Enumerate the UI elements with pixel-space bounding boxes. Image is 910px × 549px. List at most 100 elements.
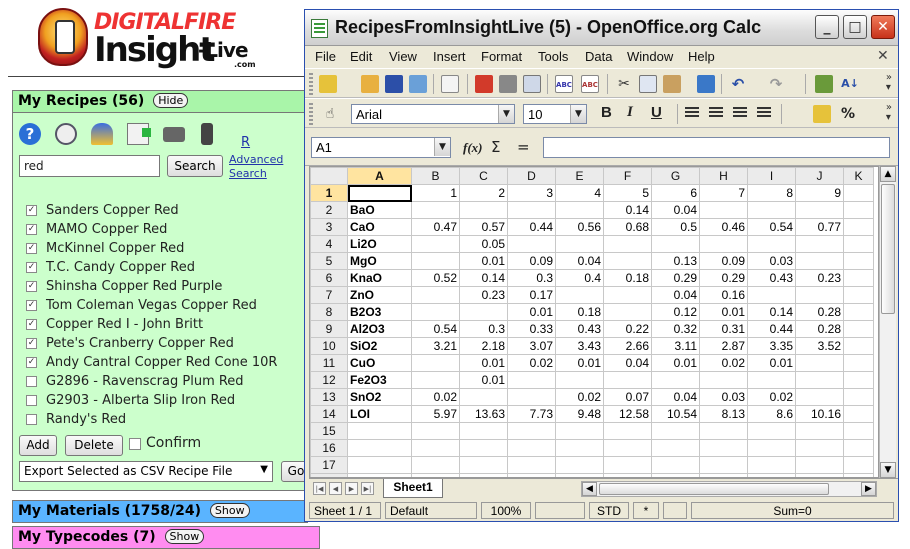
toolbar-grip[interactable] <box>309 103 313 125</box>
cell-c5[interactable]: 0.01 <box>459 252 508 270</box>
mobile-phone-icon[interactable] <box>201 123 213 145</box>
cell-h10[interactable]: 2.87 <box>699 337 748 355</box>
cell-g10[interactable]: 3.11 <box>651 337 700 355</box>
recipe-checkbox[interactable]: ✓ <box>26 357 37 368</box>
hide-recipes-button[interactable]: Hide <box>153 93 189 108</box>
recipe-checkbox[interactable]: ✓ <box>26 319 37 330</box>
cell-j8[interactable]: 0.28 <box>795 303 844 321</box>
cell-g11[interactable]: 0.01 <box>651 354 700 372</box>
recipe-checkbox[interactable] <box>26 395 37 406</box>
cell-i1[interactable]: 8 <box>747 184 796 202</box>
undo-icon[interactable]: ↶ <box>729 75 747 93</box>
cell-c9[interactable]: 0.3 <box>459 320 508 338</box>
cell-table[interactable]: A B C D E F G H I J K 1 1 2 3 4 5 6 7 8 9 2 BaO 0.14 0.04 3 CaO 0.4… <box>310 167 874 477</box>
row-header[interactable]: 6 <box>310 269 348 287</box>
cell-j5[interactable] <box>795 252 844 270</box>
page-preview-icon[interactable] <box>523 75 541 93</box>
clock-icon[interactable] <box>55 123 77 145</box>
cell-g5[interactable]: 0.13 <box>651 252 700 270</box>
cell-k16[interactable] <box>843 439 874 457</box>
cell-d1[interactable]: 3 <box>507 184 556 202</box>
cell-e16[interactable] <box>555 439 604 457</box>
cell-e12[interactable] <box>555 371 604 389</box>
column-header-a[interactable]: A <box>347 167 412 185</box>
cell-b8[interactable] <box>411 303 460 321</box>
spreadsheet-app-icon[interactable] <box>311 19 328 38</box>
cell-j10[interactable]: 3.52 <box>795 337 844 355</box>
cell-b16[interactable] <box>411 439 460 457</box>
menu-insert[interactable]: Insert <box>433 49 466 64</box>
cell-j14[interactable]: 10.16 <box>795 405 844 423</box>
cell-j6[interactable]: 0.23 <box>795 269 844 287</box>
spreadsheet-grid[interactable]: A B C D E F G H I J K 1 1 2 3 4 5 6 7 8 9 2 BaO 0.14 0.04 3 CaO 0.4… <box>309 166 879 478</box>
align-left-icon[interactable] <box>685 107 699 119</box>
cell-b4[interactable] <box>411 235 460 253</box>
cell-g1[interactable]: 6 <box>651 184 700 202</box>
cell-j11[interactable] <box>795 354 844 372</box>
export-action-select[interactable]: Export Selected as CSV Recipe File ▼ <box>19 461 273 482</box>
cell-d16[interactable] <box>507 439 556 457</box>
row-header[interactable]: 7 <box>310 286 348 304</box>
cell-h17[interactable] <box>699 456 748 474</box>
save-icon[interactable] <box>385 75 403 93</box>
cell-c10[interactable]: 2.18 <box>459 337 508 355</box>
cell-d5[interactable]: 0.09 <box>507 252 556 270</box>
cell-f15[interactable] <box>603 422 652 440</box>
column-header-i[interactable]: I <box>747 167 796 185</box>
cell-e6[interactable]: 0.4 <box>555 269 604 287</box>
cell-h2[interactable] <box>699 201 748 219</box>
cell-f9[interactable]: 0.22 <box>603 320 652 338</box>
select-all-corner[interactable] <box>310 167 348 185</box>
cell-e2[interactable] <box>555 201 604 219</box>
cell-g4[interactable] <box>651 235 700 253</box>
cell-a4[interactable]: Li2O <box>347 235 412 253</box>
cell-a15[interactable] <box>347 422 412 440</box>
cell-i7[interactable] <box>747 286 796 304</box>
clone-formatting-icon[interactable] <box>697 75 715 93</box>
cell-c16[interactable] <box>459 439 508 457</box>
spellcheck-icon[interactable]: ABC <box>555 75 573 93</box>
cell-k1[interactable] <box>843 184 874 202</box>
recipe-checkbox[interactable] <box>26 414 37 425</box>
edit-file-icon[interactable] <box>441 75 459 93</box>
row-header[interactable]: 1 <box>310 184 348 202</box>
cell-k2[interactable] <box>843 201 874 219</box>
cell-f10[interactable]: 2.66 <box>603 337 652 355</box>
cell-d6[interactable]: 0.3 <box>507 269 556 287</box>
cell-h8[interactable]: 0.01 <box>699 303 748 321</box>
cell-g16[interactable] <box>651 439 700 457</box>
cell-d17[interactable] <box>507 456 556 474</box>
formula-input[interactable] <box>543 137 890 158</box>
cell-e3[interactable]: 0.56 <box>555 218 604 236</box>
cell-k7[interactable] <box>843 286 874 304</box>
cell-h16[interactable] <box>699 439 748 457</box>
open-folder-icon[interactable] <box>361 75 379 93</box>
cell-k13[interactable] <box>843 388 874 406</box>
sheet-tab-sheet1[interactable]: Sheet1 <box>383 479 443 498</box>
menu-window[interactable]: Window <box>627 49 673 64</box>
column-header-c[interactable]: C <box>459 167 508 185</box>
cell-i2[interactable] <box>747 201 796 219</box>
menu-data[interactable]: Data <box>585 49 612 64</box>
chevron-down-icon[interactable]: ▼ <box>570 105 586 123</box>
cell-j4[interactable] <box>795 235 844 253</box>
percent-format-icon[interactable]: % <box>839 105 857 123</box>
cell-c12[interactable]: 0.01 <box>459 371 508 389</box>
cell-j12[interactable] <box>795 371 844 389</box>
currency-format-icon[interactable] <box>813 105 831 123</box>
cell-a12[interactable]: Fe2O3 <box>347 371 412 389</box>
cell-j15[interactable] <box>795 422 844 440</box>
recipe-checkbox[interactable]: ✓ <box>26 281 37 292</box>
recipe-checkbox[interactable]: ✓ <box>26 338 37 349</box>
email-icon[interactable] <box>409 75 427 93</box>
toolbar-overflow-icon[interactable]: » ▾ <box>886 103 892 123</box>
cell-a9[interactable]: Al2O3 <box>347 320 412 338</box>
cell-f13[interactable]: 0.07 <box>603 388 652 406</box>
cell-d14[interactable]: 7.73 <box>507 405 556 423</box>
cell-d10[interactable]: 3.07 <box>507 337 556 355</box>
cell-d9[interactable]: 0.33 <box>507 320 556 338</box>
cell-a3[interactable]: CaO <box>347 218 412 236</box>
function-icon[interactable]: = <box>517 138 530 156</box>
cell-e17[interactable] <box>555 456 604 474</box>
cell-h7[interactable]: 0.16 <box>699 286 748 304</box>
